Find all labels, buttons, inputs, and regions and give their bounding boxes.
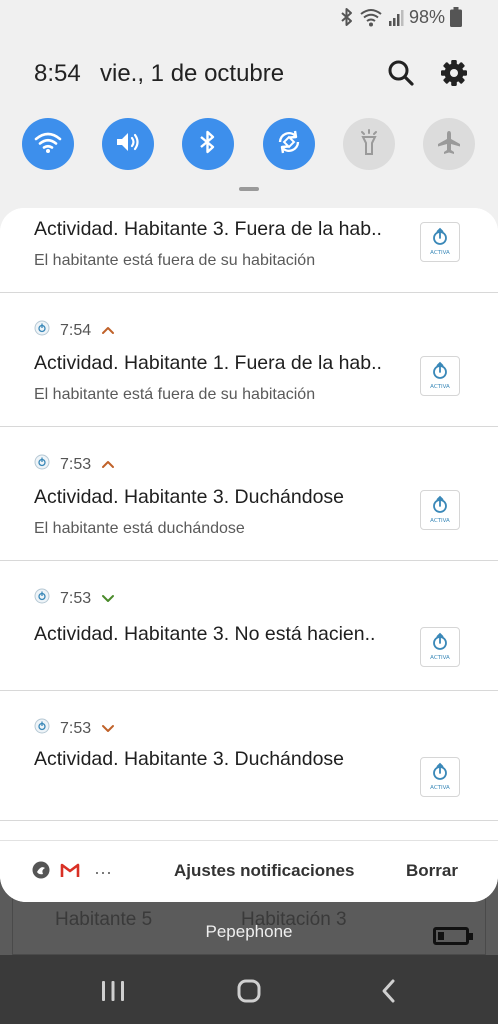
app-small-icon xyxy=(34,320,50,341)
bluetooth-toggle[interactable] xyxy=(182,118,234,170)
notification-text: El habitante está fuera de su habitación xyxy=(34,386,316,403)
activa-app-icon: ACTIVA xyxy=(420,627,460,667)
notification-shade: 98% 8:54 vie., 1 de octubre Actividad. H… xyxy=(0,0,498,902)
notification-item[interactable]: 7:53 Actividad. Habitante 3. Duchándose … xyxy=(0,691,498,821)
clock: 8:54 xyxy=(34,60,81,87)
status-bar: 98% xyxy=(340,6,462,28)
notification-time: 7:53 xyxy=(60,719,92,737)
notification-title: Actividad. Habitante 3. Duchándose xyxy=(34,748,345,770)
notification-list: Actividad. Habitante 3. Fuera de la hab.… xyxy=(0,208,498,902)
notification-title: Actividad. Habitante 3. Duchándose xyxy=(34,486,345,508)
wifi-status-icon xyxy=(359,7,383,27)
activa-app-icon: ACTIVA xyxy=(420,757,460,797)
notification-time: 7:54 xyxy=(60,321,92,339)
app-small-icon xyxy=(34,588,50,609)
notification-item[interactable]: Actividad. Habitante 3. Fuera de la hab.… xyxy=(0,208,498,293)
activa-thumb-label: ACTIVA xyxy=(430,518,450,524)
footer-app-icons: ··· xyxy=(32,861,112,884)
notification-settings-button[interactable]: Ajustes notificaciones xyxy=(174,861,354,881)
activa-thumb-label: ACTIVA xyxy=(430,250,450,256)
notification-text: El habitante está duchándose xyxy=(34,520,245,537)
notification-meta: 7:54 xyxy=(34,320,115,341)
chevron-up-icon[interactable] xyxy=(101,322,115,340)
notification-title: Actividad. Habitante 1. Fuera de la hab.… xyxy=(34,352,382,374)
notification-text: El habitante está fuera de su habitación xyxy=(34,252,316,269)
app-small-icon xyxy=(34,718,50,739)
bluetooth-icon xyxy=(198,129,218,160)
notification-item[interactable]: 7:54 Actividad. Habitante 1. Fuera de la… xyxy=(0,293,498,427)
notification-time: 7:53 xyxy=(60,589,92,607)
chevron-up-icon[interactable] xyxy=(101,456,115,474)
date: vie., 1 de octubre xyxy=(100,60,285,87)
navigation-bar xyxy=(0,956,498,1024)
notification-footer: ··· Ajustes notificaciones Borrar xyxy=(0,840,498,902)
back-button[interactable] xyxy=(374,976,404,1006)
notification-title: Actividad. Habitante 3. Fuera de la hab.… xyxy=(34,218,382,240)
bluetooth-status-icon xyxy=(340,7,354,27)
notification-time: 7:53 xyxy=(60,455,92,473)
notification-title: Actividad. Habitante 3. No está hacien.. xyxy=(34,623,376,645)
shade-header: 8:54 vie., 1 de octubre xyxy=(34,58,474,88)
notification-item[interactable]: 7:53 Actividad. Habitante 3. No está hac… xyxy=(0,561,498,691)
carrier-label: Pepephone xyxy=(205,922,293,941)
activa-app-icon: ACTIVA xyxy=(420,222,460,262)
flashlight-toggle[interactable] xyxy=(343,118,395,170)
search-icon[interactable] xyxy=(386,58,416,88)
clear-all-button[interactable]: Borrar xyxy=(406,861,458,881)
activa-thumb-label: ACTIVA xyxy=(430,785,450,791)
shade-drag-handle[interactable] xyxy=(239,187,259,191)
chevron-down-icon[interactable] xyxy=(101,590,115,608)
signal-status-icon xyxy=(388,8,404,26)
wifi-toggle[interactable] xyxy=(22,118,74,170)
home-button[interactable] xyxy=(234,976,264,1006)
notification-meta: 7:53 xyxy=(34,454,115,475)
chevron-down-icon[interactable] xyxy=(101,720,115,738)
flashlight-icon xyxy=(357,128,381,161)
app-shortcut-icon xyxy=(32,861,50,884)
settings-gear-icon[interactable] xyxy=(439,58,469,88)
more-apps-icon: ··· xyxy=(94,862,112,882)
wifi-icon xyxy=(34,130,62,159)
speaker-icon xyxy=(114,130,142,159)
activa-app-icon: ACTIVA xyxy=(420,490,460,530)
airplane-mode-toggle[interactable] xyxy=(423,118,475,170)
gmail-icon xyxy=(60,862,80,883)
battery-percent: 98% xyxy=(408,6,445,27)
quick-settings-row xyxy=(22,118,482,172)
activa-thumb-label: ACTIVA xyxy=(430,655,450,661)
notification-meta: 7:53 xyxy=(34,718,115,739)
auto-rotate-icon xyxy=(275,128,303,161)
battery-icon xyxy=(450,7,462,27)
airplane-icon xyxy=(435,128,463,161)
app-small-icon xyxy=(34,454,50,475)
activa-app-icon: ACTIVA xyxy=(420,356,460,396)
notification-item[interactable]: 7:53 Actividad. Habitante 3. Duchándose … xyxy=(0,427,498,561)
activa-thumb-label: ACTIVA xyxy=(430,384,450,390)
sound-toggle[interactable] xyxy=(102,118,154,170)
auto-rotate-toggle[interactable] xyxy=(263,118,315,170)
notification-meta: 7:53 xyxy=(34,588,115,609)
recent-apps-button[interactable] xyxy=(98,976,128,1006)
